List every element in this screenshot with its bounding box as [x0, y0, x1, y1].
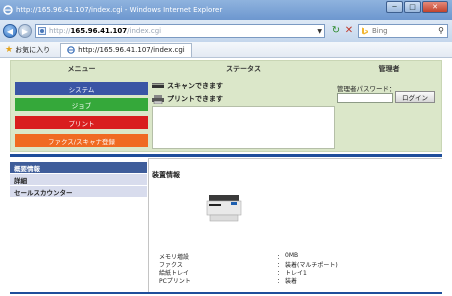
- menu-job-button[interactable]: ジョブ: [15, 98, 148, 111]
- favorites-star-icon[interactable]: ★: [5, 45, 13, 55]
- info-label: PCプリント: [159, 278, 191, 285]
- admin-password-label: 管理者パスワード：: [337, 85, 396, 93]
- menu-header: メニュー: [67, 65, 96, 73]
- admin-password-input[interactable]: [337, 93, 393, 103]
- favorites-bar: ★ お気に入り http://165.96.41.107/index.cgi: [0, 42, 452, 58]
- side-nav: 概要情報 詳細 セールスカウンター: [10, 162, 147, 198]
- status-header: ステータス: [226, 65, 261, 73]
- address-toolbar: ◀ ▶ http://165.96.41.107/index.cgi ▼ ↻ ✕…: [0, 20, 452, 42]
- forward-button[interactable]: ▶: [18, 24, 32, 38]
- scan-status: スキャンできます: [152, 81, 223, 91]
- device-info-panel: 装置情報 メモリ増設 ： 0MB ファクス ： 装着(マルチポート) 給紙トレイ…: [148, 158, 442, 292]
- divider: [10, 154, 442, 157]
- address-input[interactable]: http://165.96.41.107/index.cgi ▼: [35, 24, 325, 38]
- scan-status-text: スキャンできます: [167, 82, 223, 90]
- device-info-title: 装置情報: [152, 171, 180, 179]
- login-button[interactable]: ログイン: [395, 91, 435, 103]
- info-colon: ：: [277, 278, 284, 285]
- search-placeholder: Bing: [372, 27, 388, 35]
- print-status: プリントできます: [152, 94, 223, 104]
- status-message-box: [152, 106, 335, 149]
- print-status-text: プリントできます: [167, 95, 223, 103]
- favorites-button[interactable]: お気に入り: [15, 45, 50, 55]
- side-nav-item-sales-counter[interactable]: セールスカウンター: [10, 186, 147, 197]
- info-value: 装着: [285, 278, 298, 285]
- tab-label: http://165.96.41.107/index.cgi: [78, 46, 185, 54]
- info-row-pc-print: PCプリント ： 装着: [159, 276, 409, 285]
- address-url: http://165.96.41.107/index.cgi: [49, 27, 161, 35]
- stop-icon[interactable]: ✕: [343, 25, 355, 37]
- menu-print-button[interactable]: プリント: [15, 116, 148, 129]
- refresh-icon[interactable]: ↻: [330, 25, 342, 37]
- back-button[interactable]: ◀: [3, 24, 17, 38]
- tab-page-icon: [67, 46, 75, 54]
- printer-device-image: [206, 195, 242, 222]
- url-path: /index.cgi: [127, 27, 162, 35]
- scanner-icon: [152, 83, 164, 88]
- page-icon: [38, 27, 46, 35]
- web-page: メニュー ステータス 管理者 システム ジョブ プリント ファクス/スキャナ登録…: [0, 58, 452, 296]
- internet-explorer-icon: [3, 5, 13, 15]
- side-nav-item-overview[interactable]: 概要情報: [10, 162, 147, 173]
- top-panel: メニュー ステータス 管理者 システム ジョブ プリント ファクス/スキャナ登録…: [10, 60, 442, 152]
- address-dropdown-icon[interactable]: ▼: [317, 28, 322, 35]
- menu-fax-scanner-button[interactable]: ファクス/スキャナ登録: [15, 134, 148, 147]
- admin-header: 管理者: [378, 65, 400, 73]
- search-input[interactable]: Bing ⚲: [358, 24, 448, 38]
- bing-logo-icon: [362, 27, 368, 35]
- menu-system-button[interactable]: システム: [15, 82, 148, 95]
- bottom-divider: [10, 292, 442, 294]
- maximize-button[interactable]: □: [404, 1, 421, 13]
- url-prefix: http://: [49, 27, 71, 35]
- close-button[interactable]: ✕: [422, 1, 448, 13]
- url-host: 165.96.41.107: [70, 27, 128, 35]
- side-nav-item-details[interactable]: 詳細: [10, 174, 147, 185]
- window-title-bar: http://165.96.41.107/index.cgi - Windows…: [0, 0, 452, 20]
- printer-icon: [152, 94, 164, 104]
- search-icon[interactable]: ⚲: [438, 26, 444, 35]
- window-title: http://165.96.41.107/index.cgi - Windows…: [16, 6, 223, 14]
- minimize-button[interactable]: ─: [386, 1, 403, 13]
- browser-tab[interactable]: http://165.96.41.107/index.cgi: [60, 42, 192, 57]
